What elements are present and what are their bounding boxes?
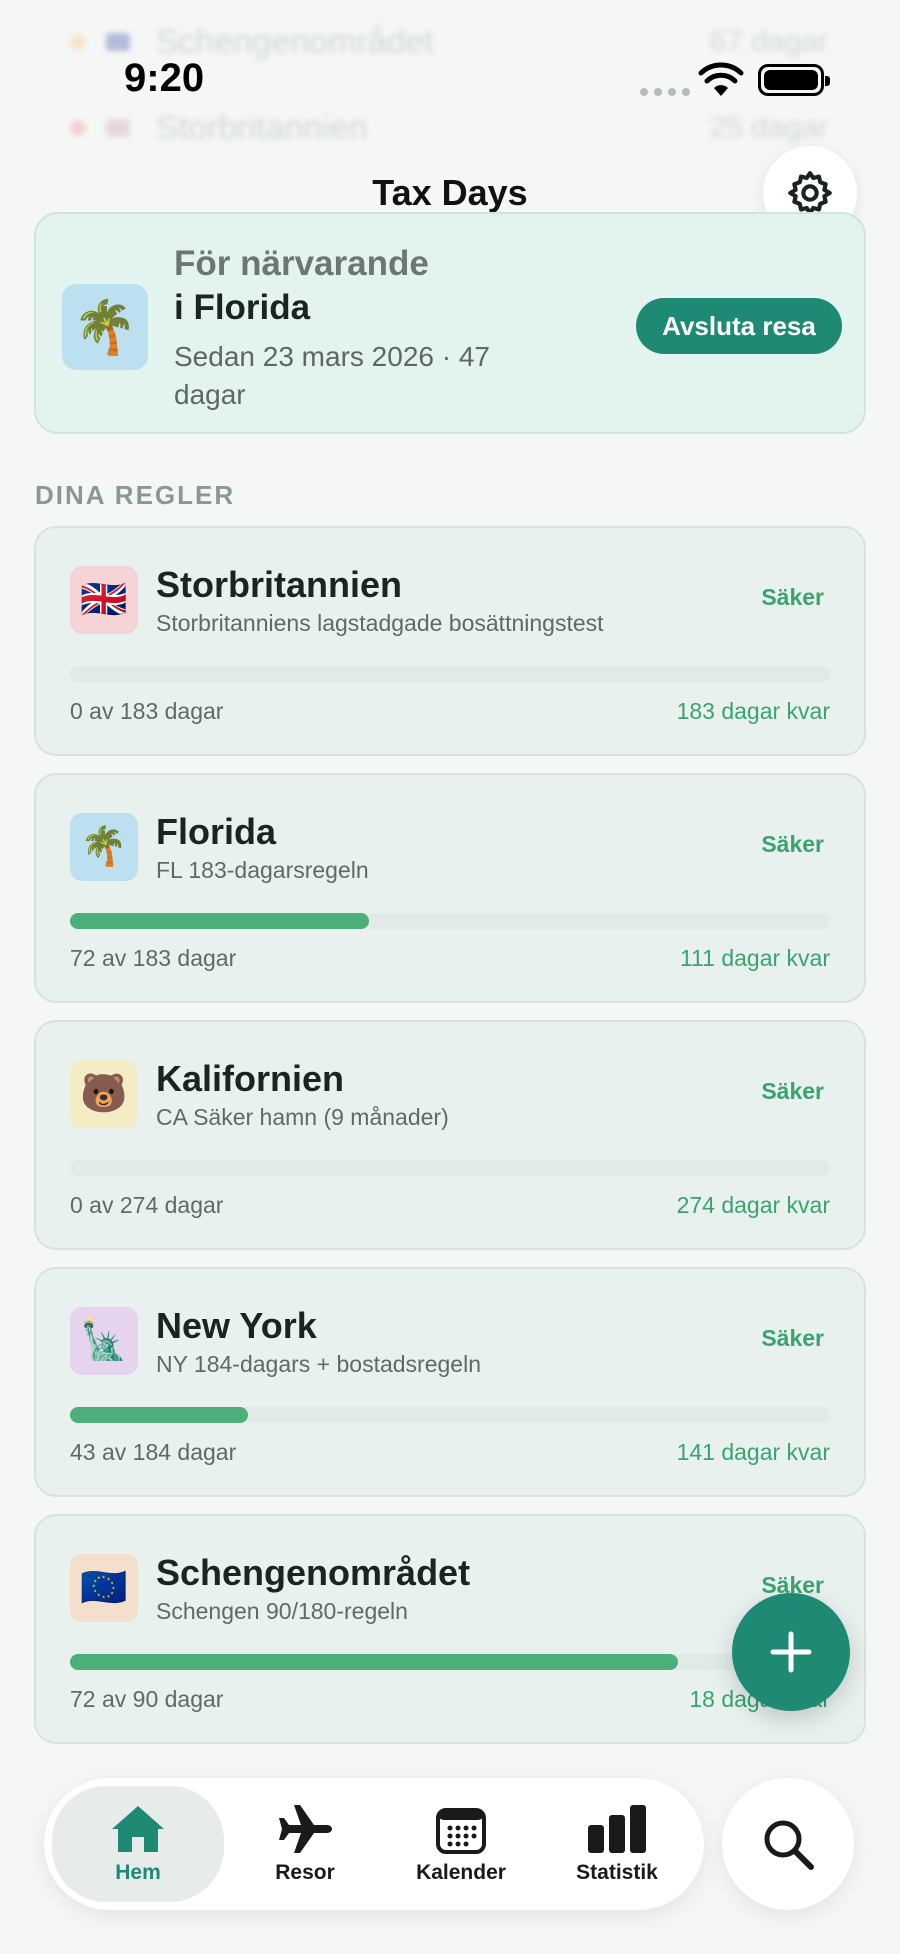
days-used: 43 av 184 dagar: [70, 1439, 237, 1465]
status-badge: Säker: [761, 831, 824, 857]
progress-track: [70, 1160, 830, 1176]
rule-name: Florida: [156, 811, 277, 852]
rule-card-california[interactable]: 🐻 Kalifornien CA Säker hamn (9 månader) …: [34, 1020, 866, 1250]
search-button[interactable]: [722, 1778, 854, 1910]
rule-name: New York: [156, 1305, 317, 1346]
tab-trips[interactable]: Resor: [230, 1778, 380, 1910]
add-button[interactable]: [732, 1593, 850, 1711]
status-bar: 9:20: [0, 0, 900, 120]
chart-bar-icon: [588, 1805, 646, 1853]
house-icon: [112, 1806, 164, 1852]
cellular-signal-icon: [640, 88, 690, 96]
rule-card-new-york[interactable]: 🗽 New York NY 184-dagars + bostadsregeln…: [34, 1267, 866, 1497]
tab-label: Resor: [275, 1861, 335, 1884]
progress-track: [70, 1654, 830, 1670]
tab-label: Hem: [115, 1861, 161, 1884]
rule-description: FL 183-dagarsregeln: [156, 857, 369, 883]
rule-name: Storbritannien: [156, 564, 403, 605]
bear-icon: 🐻: [70, 1060, 138, 1128]
progress-track: [70, 913, 830, 929]
current-location-card: 🌴 För närvarande i Florida Sedan 23 mars…: [34, 212, 866, 434]
days-used: 0 av 274 dagar: [70, 1192, 224, 1218]
current-status-label: För närvarande: [174, 244, 429, 283]
rule-name: Schengenområdet: [156, 1552, 471, 1593]
days-used: 0 av 183 dagar: [70, 698, 224, 724]
rule-description: Schengen 90/180-regeln: [156, 1598, 408, 1624]
tab-label: Kalender: [416, 1861, 506, 1884]
status-badge: Säker: [761, 1325, 824, 1351]
progress-track: [70, 1407, 830, 1423]
wifi-icon: [698, 62, 744, 96]
progress-bar: [70, 1654, 678, 1670]
days-used: 72 av 90 dagar: [70, 1686, 224, 1712]
uk-flag-icon: 🇬🇧: [70, 566, 138, 634]
days-left: 141 dagar kvar: [676, 1439, 830, 1465]
eu-flag-icon: 🇪🇺: [70, 1554, 138, 1622]
current-location-label: i Florida: [174, 288, 311, 327]
rule-card-uk[interactable]: 🇬🇧 Storbritannien Storbritanniens lagsta…: [34, 526, 866, 756]
tab-statistics[interactable]: Statistik: [542, 1778, 692, 1910]
days-left: 183 dagar kvar: [676, 698, 830, 724]
tab-home[interactable]: Hem: [52, 1786, 224, 1902]
palm-tree-icon: 🌴: [62, 284, 148, 370]
status-dot: [70, 120, 86, 136]
search-icon: [764, 1820, 814, 1870]
rule-card-florida[interactable]: 🌴 Florida FL 183-dagarsregeln Säker 72 a…: [34, 773, 866, 1003]
flag-icon: [106, 119, 130, 137]
progress-track: [70, 666, 830, 682]
end-trip-button[interactable]: Avsluta resa: [636, 298, 842, 354]
progress-bar: [70, 913, 369, 929]
days-used: 72 av 183 dagar: [70, 945, 237, 971]
plus-icon: [770, 1631, 812, 1673]
airplane-icon: [279, 1805, 332, 1853]
rule-name: Kalifornien: [156, 1058, 345, 1099]
days-left: 111 dagar kvar: [679, 945, 830, 971]
current-since-text: Sedan 23 mars 2026 · 47 dagar: [174, 341, 490, 410]
calendar-icon: [436, 1808, 486, 1854]
rule-description: Storbritanniens lagstadgade bosättningst…: [156, 610, 604, 636]
progress-bar: [70, 1407, 248, 1423]
rule-description: NY 184-dagars + bostadsregeln: [156, 1351, 481, 1377]
battery-icon: [758, 64, 830, 96]
tab-label: Statistik: [576, 1861, 658, 1884]
rule-description: CA Säker hamn (9 månader): [156, 1104, 449, 1130]
tab-bar: Hem Resor Kalender Statistik: [44, 1778, 704, 1910]
status-badge: Säker: [761, 1078, 824, 1104]
section-title-rules: DINA REGLER: [35, 480, 236, 510]
palm-tree-icon: 🌴: [70, 813, 138, 881]
status-badge: Säker: [761, 584, 824, 610]
gear-icon: [788, 171, 832, 215]
days-left: 274 dagar kvar: [676, 1192, 830, 1218]
status-time: 9:20: [124, 56, 205, 100]
statue-of-liberty-icon: 🗽: [70, 1307, 138, 1375]
tab-calendar[interactable]: Kalender: [386, 1778, 536, 1910]
